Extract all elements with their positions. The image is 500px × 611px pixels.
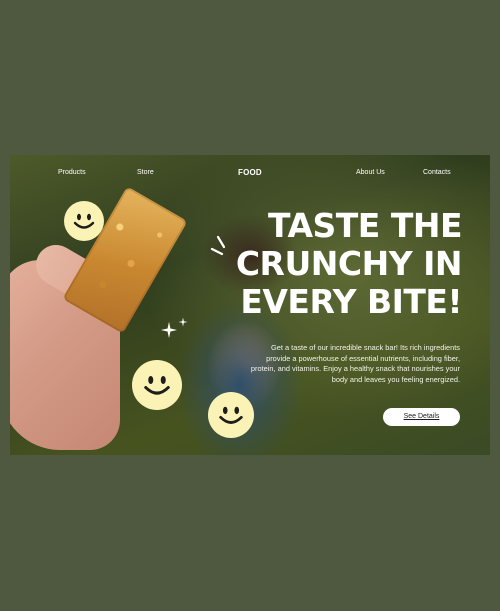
headline-line-1: TASTE THE [268,206,462,245]
hero-description: Get a taste of our incredible snack bar!… [250,343,460,384]
hero-banner: Products Store FOOD About Us Contacts TA… [10,155,490,455]
nav-link-about[interactable]: About Us [356,169,385,176]
see-details-button[interactable]: See Details [383,408,460,426]
sparkle-small-icon [178,317,188,327]
smiley-face-icon [208,392,254,438]
headline-line-2: CRUNCHY IN [235,244,463,283]
sparkle-icon [160,321,178,339]
smiley-face-icon [132,360,182,410]
hero-headline: TASTE THE CRUNCHY IN EVERY BITE! [202,206,463,321]
smiley-face-icon [64,201,104,241]
nav-link-contacts[interactable]: Contacts [423,169,451,176]
brand-logo[interactable]: FOOD [238,168,262,177]
nav-link-store[interactable]: Store [137,169,154,176]
headline-line-3: EVERY BITE! [240,282,462,321]
top-nav: Products Store FOOD About Us Contacts [10,168,490,183]
nav-link-products[interactable]: Products [58,169,86,176]
